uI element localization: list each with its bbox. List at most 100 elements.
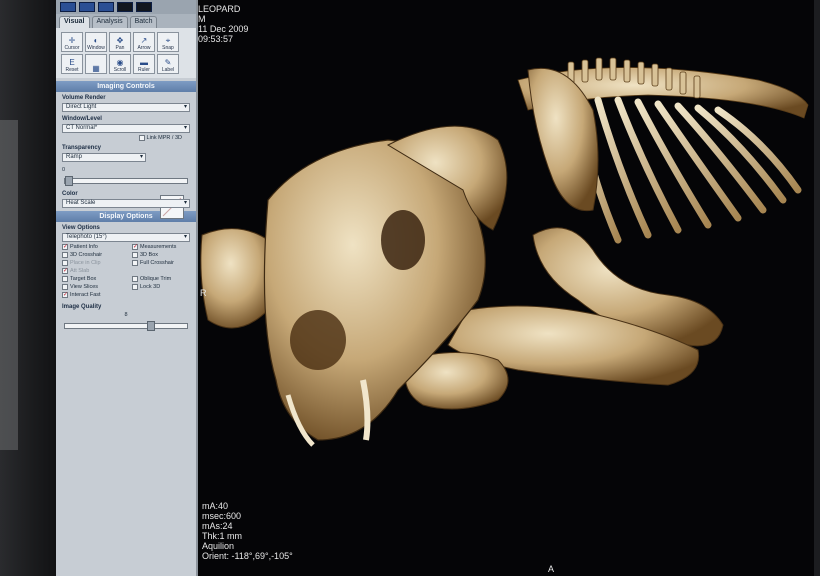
image-quality-label: Image Quality xyxy=(62,304,102,310)
tab-analysis[interactable]: Analysis xyxy=(91,16,128,28)
scroll-icon: ◉ xyxy=(116,58,124,67)
color-select[interactable]: Heat Scale xyxy=(62,199,190,208)
panel-tabs: Visual Analysis Batch xyxy=(56,14,196,28)
checkbox[interactable] xyxy=(132,284,138,290)
option-patient-info[interactable]: ✓ Patient Info xyxy=(56,243,126,251)
option-place-in-clip[interactable]: Place in Clip xyxy=(56,259,126,267)
tab-batch[interactable]: Batch xyxy=(129,16,158,28)
snap-icon: ⌖ xyxy=(165,36,171,45)
option-label: Lock 3D xyxy=(140,284,161,290)
image-quality-value-row: 8 xyxy=(56,311,196,319)
option-label: Oblique Trim xyxy=(140,276,172,282)
scanner-model: Aquilion xyxy=(202,541,235,551)
patient-sex: M xyxy=(198,14,206,24)
checkbox[interactable]: ✓ xyxy=(62,244,68,250)
checkbox[interactable] xyxy=(62,276,68,282)
option-lock-3d[interactable]: Lock 3D xyxy=(126,283,196,291)
orientation-angles: Orient: -118°,69°,-105° xyxy=(202,551,293,561)
transparency-label: Transparency xyxy=(62,145,102,151)
crosshair-icon: ✛ xyxy=(68,36,76,45)
option-oblique-trim[interactable]: Oblique Trim xyxy=(126,275,196,283)
layout-2-button[interactable] xyxy=(79,2,95,12)
thickness-value: Thk:1 mm xyxy=(202,531,243,541)
checkbox[interactable] xyxy=(62,284,68,290)
label-tool-button[interactable]: ✎ Label xyxy=(157,54,179,74)
checkbox[interactable]: ✓ xyxy=(132,244,138,250)
option-label: 3D Crosshair xyxy=(70,252,103,258)
slider-knob[interactable] xyxy=(147,321,155,331)
checkbox[interactable] xyxy=(62,260,68,266)
option-measurements[interactable]: ✓ Measurements xyxy=(126,243,196,251)
pan-tool-button[interactable]: ✥ Pan xyxy=(109,32,131,52)
monitor-bezel-left xyxy=(0,0,56,576)
window-level-select[interactable]: CT Normal* xyxy=(62,124,190,133)
option-full-crosshair[interactable]: Full Crosshair xyxy=(126,259,196,267)
tool-label: Reset xyxy=(65,67,79,73)
option-empty xyxy=(126,267,196,275)
orientation-right-marker: R xyxy=(200,288,207,298)
slider-knob[interactable] xyxy=(65,176,73,186)
option-label: Target Box xyxy=(70,276,97,282)
option-label: Measurements xyxy=(140,244,177,250)
ruler-icon: ▬ xyxy=(140,58,148,67)
option-interact-fast[interactable]: ✓ Interact Fast xyxy=(56,291,126,299)
link-checkbox[interactable] xyxy=(138,135,145,141)
window-tool-button[interactable]: ◐ Window xyxy=(85,32,107,52)
layout-4-button[interactable] xyxy=(117,2,133,12)
checkbox[interactable] xyxy=(62,252,68,258)
option-label: View Slices xyxy=(70,284,99,290)
monitor-bezel-right xyxy=(814,0,820,576)
arrow-tool-button[interactable]: ↗ Arrow xyxy=(133,32,155,52)
grid-tool-button[interactable]: ▦ xyxy=(85,54,107,74)
transparency-level-row: 0 xyxy=(56,163,196,174)
tab-visual[interactable]: Visual xyxy=(59,16,90,28)
cursor-tool-button[interactable]: ✛ Cursor xyxy=(61,32,83,52)
option-label: 3D Box xyxy=(140,252,159,258)
option-target-box[interactable]: Target Box xyxy=(56,275,126,283)
pan-icon: ✥ xyxy=(116,36,124,45)
option-3d-box[interactable]: 3D Box xyxy=(126,251,196,259)
study-time: 09:53:57 xyxy=(198,34,234,44)
ruler-tool-button[interactable]: ▬ Ruler xyxy=(133,54,155,74)
study-date: 11 Dec 2009 xyxy=(198,24,249,34)
reset-icon: E xyxy=(69,58,75,67)
orientation-anterior-marker: A xyxy=(548,564,555,574)
reset-tool-button[interactable]: E Reset xyxy=(61,54,83,74)
ma-value: mA:40 xyxy=(202,501,229,511)
transparency-slider[interactable] xyxy=(64,176,188,186)
view-options-select[interactable]: Telephoto (15°) xyxy=(62,233,190,242)
layout-3-button[interactable] xyxy=(98,2,114,12)
snap-tool-button[interactable]: ⌖ Snap xyxy=(157,32,179,52)
option-label: Patient Info xyxy=(70,244,98,250)
option-att-slab[interactable]: ✓ Att Slab xyxy=(56,267,126,275)
option-label: Att Slab xyxy=(70,268,90,274)
volume-render-label: Volume Render xyxy=(62,95,106,101)
transparency-select[interactable]: Ramp xyxy=(62,153,146,162)
image-quality-slider[interactable] xyxy=(64,321,188,331)
checkbox[interactable]: ✓ xyxy=(62,268,68,274)
option-view-slices[interactable]: View Slices xyxy=(56,283,126,291)
tool-label: Window xyxy=(87,45,105,51)
leopard-skeleton-render xyxy=(200,57,809,447)
link-label: Link MPR / 3D xyxy=(146,135,182,141)
grid-icon: ▦ xyxy=(92,64,100,73)
checkbox[interactable] xyxy=(132,260,138,266)
mas-value: mAs:24 xyxy=(202,521,233,531)
volume-render-select[interactable]: Direct Light xyxy=(62,103,190,112)
tool-label: Label xyxy=(161,67,175,73)
3d-render-viewport[interactable]: LEOPARD M 11 Dec 2009 09:53:57 R A mA:40… xyxy=(198,0,814,576)
layout-5-button[interactable] xyxy=(136,2,152,12)
arrow-icon: ↗ xyxy=(140,36,148,45)
checkbox[interactable] xyxy=(132,252,138,258)
checkbox[interactable] xyxy=(132,276,138,282)
tool-grid: ✛ Cursor ◐ Window ✥ Pan ↗ Arrow ⌖ Snap E Reset… xyxy=(56,28,196,78)
option-3d-crosshair[interactable]: 3D Crosshair xyxy=(56,251,126,259)
checkbox[interactable]: ✓ xyxy=(62,292,68,298)
msec-value: msec:600 xyxy=(202,511,242,521)
layout-1-button[interactable] xyxy=(60,2,76,12)
option-label: Interact Fast xyxy=(70,292,101,298)
scroll-tool-button[interactable]: ◉ Scroll xyxy=(109,54,131,74)
top-toolbar xyxy=(56,0,196,14)
rib-cage xyxy=(574,96,802,244)
tool-label: Snap xyxy=(162,45,174,51)
